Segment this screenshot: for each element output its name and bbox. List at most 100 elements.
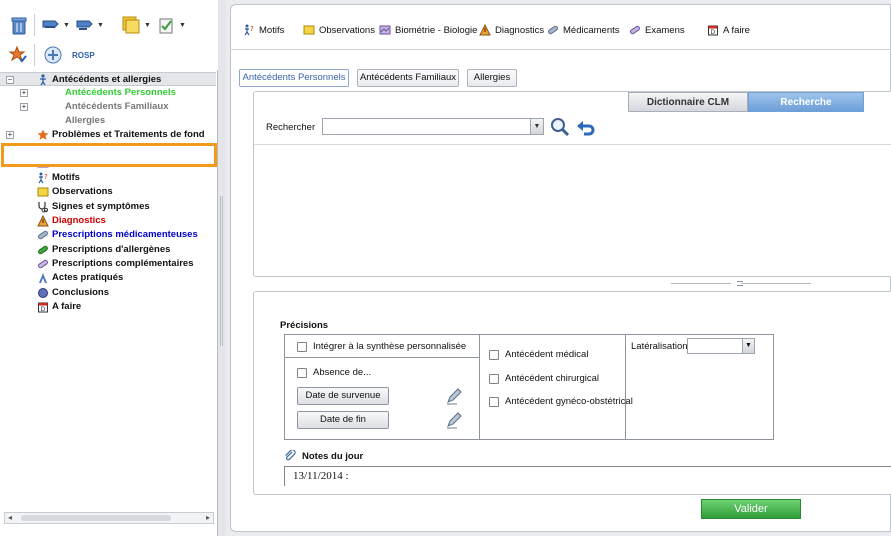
- tab-antecedents-personnels[interactable]: Antécédents Personnels: [239, 69, 349, 87]
- tree-item[interactable]: + Antécédents Personnels: [0, 86, 216, 100]
- tree-item[interactable]: Prescriptions d'allergènes: [0, 243, 216, 257]
- tree-item[interactable]: + Antécédents Familiaux: [0, 100, 216, 114]
- expand-icon[interactable]: +: [20, 89, 28, 97]
- integrate-synthesis-checkbox[interactable]: Intégrer à la synthèse personnalisée: [297, 341, 466, 352]
- date-survenue-button[interactable]: Date de survenue: [297, 387, 389, 405]
- pencil-icon[interactable]: [445, 387, 463, 405]
- pill-icon: [547, 24, 559, 36]
- tree-item[interactable]: Actes pratiqués: [0, 271, 216, 285]
- star-check-icon[interactable]: [8, 44, 30, 66]
- tree-item-label: Actes pratiqués: [52, 272, 124, 283]
- search-icon[interactable]: [550, 117, 570, 137]
- tree-item-label: Observations: [52, 186, 113, 197]
- tab-allergies[interactable]: Allergies: [467, 69, 517, 87]
- svg-text:D: D: [41, 306, 46, 313]
- checkbox[interactable]: [297, 341, 307, 352]
- panel-splitter[interactable]: [218, 0, 226, 536]
- chevron-down-icon[interactable]: ▼: [179, 22, 186, 29]
- tree-item[interactable]: D A faire: [0, 300, 216, 314]
- chevron-down-icon[interactable]: ▼: [530, 119, 543, 134]
- tree-item[interactable]: Prescriptions médicamenteuses: [0, 228, 216, 242]
- tree-item-label: Problèmes et Traitements de fond: [52, 129, 205, 140]
- scroll-left-icon[interactable]: ◂: [8, 513, 12, 523]
- toolbar-separator: [34, 14, 35, 36]
- highlight-overlay: [1, 143, 217, 167]
- body-icon: [37, 74, 49, 86]
- undo-icon[interactable]: [576, 117, 596, 137]
- checkbox[interactable]: [489, 349, 499, 360]
- checklist-icon[interactable]: [156, 14, 178, 36]
- tree-item[interactable]: + Problèmes et Traitements de fond: [0, 128, 216, 142]
- checkbox[interactable]: [489, 396, 499, 407]
- laterality-select[interactable]: ▼: [687, 338, 755, 354]
- nav-item[interactable]: D A faire: [707, 19, 750, 41]
- svg-text:?: ?: [44, 173, 48, 181]
- tree-item[interactable]: Signes et symptômes: [0, 200, 216, 214]
- validate-button[interactable]: Valider: [701, 499, 801, 519]
- left-horizontal-scrollbar[interactable]: ◂ ▸: [4, 512, 214, 524]
- search-panel: Dictionnaire CLM Recherche Rechercher ▼: [253, 91, 891, 277]
- list-arrow-icon[interactable]: [40, 14, 62, 36]
- paperclip-icon: [285, 450, 296, 461]
- tree-item[interactable]: ? Motifs: [0, 171, 216, 185]
- tree-item[interactable]: Diagnostics: [0, 214, 216, 228]
- tree-item-label: Prescriptions d'allergènes: [52, 244, 171, 255]
- nav-item[interactable]: Médicaments: [547, 19, 620, 41]
- expand-icon[interactable]: +: [20, 103, 28, 111]
- splitter-grip[interactable]: [220, 196, 223, 346]
- checkbox[interactable]: [297, 367, 307, 378]
- tree-item-label: Signes et symptômes: [52, 201, 150, 212]
- rosp-label[interactable]: ROSP: [72, 51, 95, 60]
- notes-label: Notes du jour: [302, 450, 364, 462]
- rosp-icon[interactable]: [42, 44, 64, 66]
- tree-item[interactable]: Conclusions: [0, 286, 216, 300]
- pill-2-icon: [629, 24, 641, 36]
- collapse-icon[interactable]: −: [6, 76, 14, 84]
- tree-item[interactable]: − Antécédents et allergies: [0, 72, 216, 86]
- tab-dictionnaire-clm[interactable]: Dictionnaire CLM: [628, 92, 748, 112]
- nav-item[interactable]: Examens: [629, 19, 685, 41]
- nav-item[interactable]: Biométrie - Biologie: [379, 19, 477, 41]
- pencil-icon[interactable]: [445, 411, 463, 429]
- left-panel: ▼ ▼ ▼ ▼ ROSP − Antécédents et allergies + A…: [0, 0, 218, 536]
- navigation-tree: − Antécédents et allergies + Antécédents Pe…: [0, 70, 216, 510]
- checkbox[interactable]: [489, 373, 499, 384]
- right-panel: ? Motifs Observations Biométrie - Biologie D…: [226, 0, 891, 536]
- details-panel: Précisions Intégrer à la synthèse person…: [253, 291, 891, 495]
- trash-icon[interactable]: [8, 14, 30, 36]
- nav-item[interactable]: Diagnostics: [479, 19, 544, 41]
- scroll-right-icon[interactable]: ▸: [206, 513, 210, 523]
- tree-item[interactable]: Allergies: [0, 114, 216, 128]
- tree-item-label: Antécédents Familiaux: [65, 101, 169, 112]
- chevron-down-icon[interactable]: ▼: [144, 22, 151, 29]
- gyneco-checkbox[interactable]: Antécédent gynéco-obstétrical: [489, 396, 633, 407]
- tree-item-label: Prescriptions médicamenteuses: [52, 229, 198, 240]
- search-combobox[interactable]: [322, 118, 544, 135]
- motifs-icon: ?: [37, 172, 49, 184]
- pane-splitter[interactable]: [671, 281, 811, 287]
- absence-checkbox[interactable]: Absence de...: [297, 367, 371, 378]
- chevron-down-icon[interactable]: ▼: [742, 339, 754, 353]
- tree-item[interactable]: Prescriptions complémentaires: [0, 257, 216, 271]
- tab-recherche[interactable]: Recherche: [748, 92, 864, 112]
- date-fin-button[interactable]: Date de fin: [297, 411, 389, 429]
- green-pill-icon: [37, 244, 49, 256]
- chevron-down-icon[interactable]: ▼: [63, 22, 70, 29]
- expand-icon[interactable]: +: [6, 131, 14, 139]
- nav-item[interactable]: Observations: [303, 19, 375, 41]
- search-results-area[interactable]: [254, 144, 891, 276]
- scroll-thumb[interactable]: [21, 515, 171, 521]
- divider: [231, 49, 891, 50]
- pill-2-icon: [37, 258, 49, 270]
- tab-antecedents-familiaux[interactable]: Antécédents Familiaux: [357, 69, 459, 87]
- surgical-checkbox[interactable]: Antécédent chirurgical: [489, 373, 599, 384]
- tree-item[interactable]: Observations: [0, 185, 216, 199]
- warning-icon: [37, 215, 49, 227]
- chevron-down-icon[interactable]: ▼: [97, 22, 104, 29]
- toolbar-separator: [34, 44, 35, 66]
- notes-textarea[interactable]: 13/11/2014 :: [284, 466, 891, 486]
- list-arrow-2-icon[interactable]: [74, 14, 96, 36]
- folders-icon[interactable]: [120, 14, 142, 36]
- medical-checkbox[interactable]: Antécédent médical: [489, 349, 588, 360]
- nav-item[interactable]: ? Motifs: [243, 19, 284, 41]
